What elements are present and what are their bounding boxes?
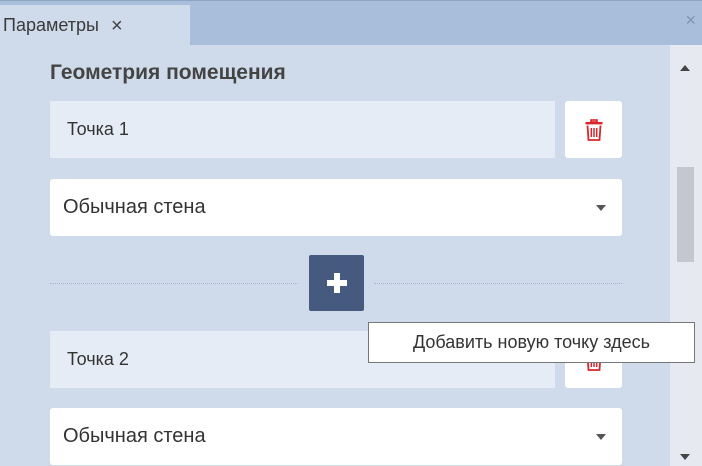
add-point-tooltip: Добавить новую точку здесь [368,322,695,363]
point-name-field[interactable]: Точка 1 [50,101,555,158]
wall-type-select[interactable]: Обычная стена [50,408,622,465]
chevron-down-icon [596,205,606,211]
scroll-down-icon[interactable] [680,454,690,460]
wall-type-select[interactable]: Обычная стена [50,179,622,236]
close-icon[interactable]: × [111,16,123,36]
section-title: Геометрия помещения [50,61,286,84]
scroll-content: Геометрия помещения Точка 1 Обычная стен… [0,45,670,466]
scroll-up-icon[interactable] [680,65,690,71]
chevron-down-icon [596,434,606,440]
tab-strip: Параметры × × [0,0,702,46]
add-point-button[interactable] [309,255,364,311]
panel-close-icon[interactable]: × [685,11,696,29]
tab-parameters[interactable]: Параметры × [0,5,190,46]
delete-point-button[interactable] [565,101,622,158]
vertical-scrollbar[interactable] [670,45,702,466]
parameters-panel: Параметры × × Геометрия помещения Точка … [0,0,702,466]
tab-label: Параметры [3,15,99,35]
wall-type-value: Обычная стена [63,425,206,447]
divider-left [50,283,298,284]
scrollbar-thumb[interactable] [677,167,694,262]
wall-type-value: Обычная стена [63,196,206,218]
trash-icon [585,118,602,141]
plus-icon [326,273,347,293]
divider-right [374,283,622,284]
